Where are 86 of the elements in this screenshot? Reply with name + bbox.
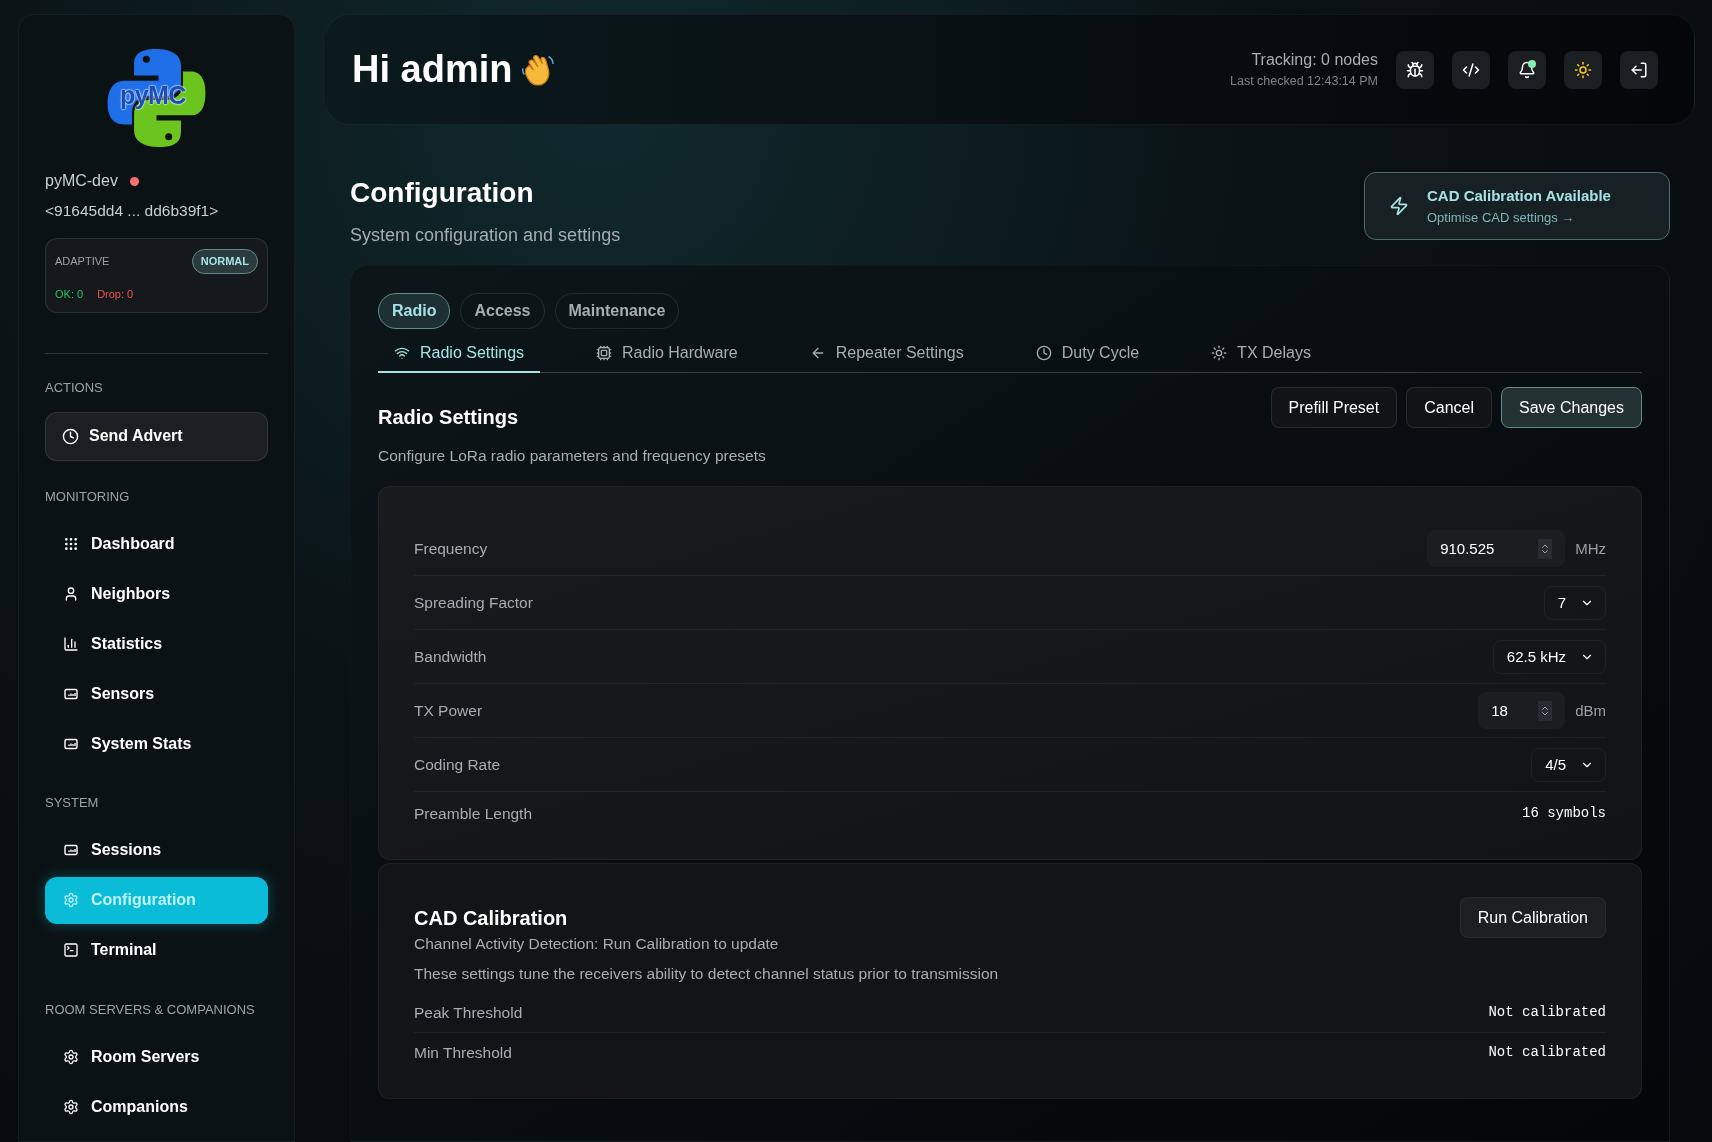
sidebar-item[interactable]: Sessions bbox=[45, 826, 268, 874]
mode-badge: NORMAL bbox=[191, 249, 258, 274]
field-label: Coding Rate bbox=[414, 755, 501, 776]
terminal-icon bbox=[63, 942, 79, 959]
section-description: Configure LoRa radio parameters and frequency presets bbox=[378, 446, 766, 466]
page-subtitle: System configuration and settings bbox=[350, 224, 621, 247]
action-button[interactable]: Prefill Preset bbox=[1270, 387, 1398, 428]
threshold-value: Not calibrated bbox=[1488, 1002, 1606, 1022]
bell-icon bbox=[1518, 60, 1536, 79]
select-field[interactable]: 7 bbox=[1543, 585, 1606, 620]
unit-label: dBm bbox=[1575, 700, 1606, 721]
logout-icon bbox=[1630, 60, 1648, 79]
greeting: Hi admin bbox=[352, 47, 513, 92]
field-label: Frequency bbox=[414, 539, 488, 560]
ok-count: OK: 0 bbox=[55, 286, 84, 302]
mode-label: ADAPTIVE bbox=[55, 254, 110, 270]
cad-banner[interactable]: CAD Calibration Available Optimise CAD settings → bbox=[1364, 172, 1670, 240]
banner-link[interactable]: Optimise CAD settings → bbox=[1427, 207, 1575, 227]
run-calibration-button[interactable]: Run Calibration bbox=[1459, 897, 1606, 939]
sidebar-item[interactable]: Room Servers bbox=[45, 1033, 268, 1081]
save-button[interactable]: Save Changes bbox=[1501, 387, 1642, 428]
section-heading: ROOM SERVERS & COMPANIONS bbox=[45, 1000, 256, 1019]
sidebar-item[interactable]: Terminal bbox=[45, 926, 268, 974]
code-button[interactable] bbox=[1452, 50, 1490, 89]
select-field[interactable]: 4/5 bbox=[1531, 747, 1606, 782]
banner-title: CAD Calibration Available bbox=[1427, 186, 1611, 206]
cad-title: CAD Calibration bbox=[414, 906, 568, 932]
sub-tab[interactable]: Duty Cycle bbox=[1019, 335, 1156, 373]
sidebar-item[interactable]: Statistics bbox=[45, 620, 268, 668]
debug-button[interactable] bbox=[1396, 50, 1434, 89]
grid-icon bbox=[63, 535, 79, 552]
bar-chart-icon bbox=[63, 635, 79, 652]
section-heading: MONITORING bbox=[45, 487, 131, 506]
drop-count: Drop: 0 bbox=[97, 286, 134, 302]
cad-description: These settings tune the receivers ability to detect channel status prior to transmission bbox=[414, 963, 1000, 984]
clock-icon bbox=[62, 427, 79, 445]
threshold-label: Peak Threshold bbox=[414, 1002, 523, 1023]
clock-icon bbox=[1035, 345, 1052, 361]
gear-icon bbox=[63, 892, 79, 909]
tab[interactable]: Radio bbox=[378, 293, 451, 329]
sidebar-item[interactable]: Companions bbox=[45, 1083, 268, 1131]
sub-tab[interactable]: Radio Settings bbox=[378, 335, 541, 373]
number-field[interactable]: 18 bbox=[1478, 692, 1566, 730]
chip-icon bbox=[596, 345, 613, 361]
lightning-icon bbox=[1389, 196, 1409, 216]
sidebar-item[interactable]: Dashboard bbox=[45, 520, 268, 568]
number-field[interactable]: 910.525 bbox=[1427, 530, 1566, 568]
node-key: <91645dd4 ... dd6b39f1> bbox=[45, 199, 268, 223]
send-advert-button[interactable]: Send Advert bbox=[45, 411, 268, 461]
wifi-icon bbox=[394, 345, 410, 361]
field-label: Preamble Length bbox=[414, 803, 533, 824]
tracking-status: Tracking: 0 nodes bbox=[1251, 50, 1378, 71]
select-field[interactable]: 62.5 kHz bbox=[1492, 639, 1606, 674]
bug-icon bbox=[1406, 60, 1424, 79]
sun-icon bbox=[1574, 60, 1592, 79]
threshold-label: Min Threshold bbox=[414, 1043, 512, 1064]
sub-tab[interactable]: Repeater Settings bbox=[793, 335, 980, 373]
page-title: Configuration bbox=[350, 176, 535, 210]
stepper-icon bbox=[1538, 700, 1553, 721]
threshold-value: Not calibrated bbox=[1488, 1043, 1606, 1063]
sub-tab[interactable]: TX Delays bbox=[1195, 335, 1327, 373]
sidebar-item[interactable]: Sensors bbox=[45, 670, 268, 718]
unit-label: MHz bbox=[1575, 538, 1606, 559]
section-heading: SYSTEM bbox=[45, 794, 100, 813]
cad-description: Channel Activity Detection: Run Calibration to update bbox=[414, 934, 780, 955]
person-icon bbox=[63, 585, 79, 602]
theme-button[interactable] bbox=[1564, 50, 1602, 89]
gear-icon bbox=[63, 1098, 79, 1115]
field-label: Spreading Factor bbox=[414, 593, 533, 614]
gear-icon bbox=[63, 1048, 79, 1065]
stepper-icon bbox=[1538, 538, 1553, 559]
code-icon bbox=[1462, 60, 1480, 79]
sidebar-item[interactable]: System Stats bbox=[45, 720, 268, 768]
field-label: TX Power bbox=[414, 701, 483, 722]
field-label: Bandwidth bbox=[414, 647, 487, 668]
sidebar-item[interactable]: Neighbors bbox=[45, 570, 268, 618]
field-value: 16 symbols bbox=[1522, 803, 1606, 823]
sun-icon bbox=[1211, 345, 1228, 361]
sub-tab[interactable]: Radio Hardware bbox=[580, 335, 754, 373]
section-heading: ACTIONS bbox=[45, 379, 104, 398]
node-name: pyMC-dev bbox=[45, 171, 118, 191]
action-button[interactable]: Cancel bbox=[1406, 387, 1493, 428]
logout-button[interactable] bbox=[1620, 50, 1658, 89]
notifications-button[interactable] bbox=[1508, 50, 1546, 89]
last-checked: Last checked 12:43:14 PM bbox=[1230, 73, 1378, 91]
section-title: Radio Settings bbox=[378, 405, 519, 430]
